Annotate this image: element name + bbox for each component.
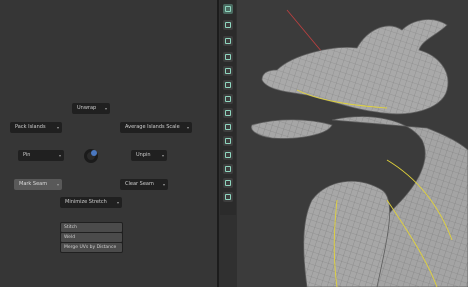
chevron-down-icon: ▾ [56, 182, 59, 187]
viewport-toolbar [220, 0, 236, 215]
chevron-down-icon: ▾ [56, 125, 59, 130]
pin-label: Pin [23, 152, 31, 158]
pie-direction-indicator [84, 149, 98, 163]
blender-window: Unwrap ▾ Pack Islands ▾ Average Islands Sc… [0, 0, 468, 287]
chevron-down-icon: ▾ [162, 182, 165, 187]
minimize-stretch-label: Minimize Stretch [65, 199, 107, 205]
cursor-icon[interactable] [223, 20, 233, 30]
extrude-icon[interactable] [223, 122, 233, 132]
mark-seam-button[interactable]: Mark Seam ▾ [14, 179, 62, 190]
poly-build-icon[interactable] [223, 192, 233, 202]
move-icon[interactable] [223, 36, 233, 46]
dragon-mesh [250, 9, 468, 287]
merge-uvs-by-distance-item[interactable]: Merge UVs by Distance [61, 243, 122, 252]
3d-viewport[interactable] [237, 0, 468, 287]
pack-islands-button[interactable]: Pack Islands ▾ [10, 122, 62, 133]
average-islands-scale-button[interactable]: Average Islands Scale ▾ [120, 122, 192, 133]
bevel-icon[interactable] [223, 150, 233, 160]
unpin-label: Unpin [136, 152, 151, 158]
weld-item[interactable]: Weld [61, 233, 122, 242]
clear-seam-button[interactable]: Clear Seam ▾ [120, 179, 168, 190]
knife-icon[interactable] [223, 178, 233, 188]
unwrap-button[interactable]: Unwrap ▾ [72, 103, 110, 114]
rotate-icon[interactable] [223, 52, 233, 62]
measure-icon[interactable] [223, 108, 233, 118]
area-divider[interactable] [217, 0, 219, 287]
chevron-down-icon: ▾ [58, 153, 61, 158]
inset-icon[interactable] [223, 136, 233, 146]
uv-pie-menu: Unwrap ▾ Pack Islands ▾ Average Islands Sc… [0, 0, 218, 287]
merge-options-list: Stitch Weld Merge UVs by Distance [60, 222, 123, 253]
scale-icon[interactable] [223, 66, 233, 76]
unpin-button[interactable]: Unpin ▾ [131, 150, 167, 161]
chevron-down-icon: ▾ [161, 153, 164, 158]
minimize-stretch-button[interactable]: Minimize Stretch ▾ [60, 197, 122, 208]
unwrap-label: Unwrap [77, 105, 97, 111]
mark-seam-label: Mark Seam [19, 181, 48, 187]
transform-icon[interactable] [223, 80, 233, 90]
loop-cut-icon[interactable] [223, 164, 233, 174]
select-box-icon[interactable] [223, 4, 233, 14]
pack-islands-label: Pack Islands [15, 124, 46, 130]
chevron-down-icon: ▾ [116, 200, 119, 205]
pin-button[interactable]: Pin ▾ [18, 150, 64, 161]
stitch-item[interactable]: Stitch [61, 223, 122, 232]
chevron-down-icon: ▾ [104, 106, 107, 111]
clear-seam-label: Clear Seam [125, 181, 154, 187]
annotate-icon[interactable] [223, 94, 233, 104]
chevron-down-icon: ▾ [186, 125, 189, 130]
average-islands-scale-label: Average Islands Scale [125, 124, 180, 130]
